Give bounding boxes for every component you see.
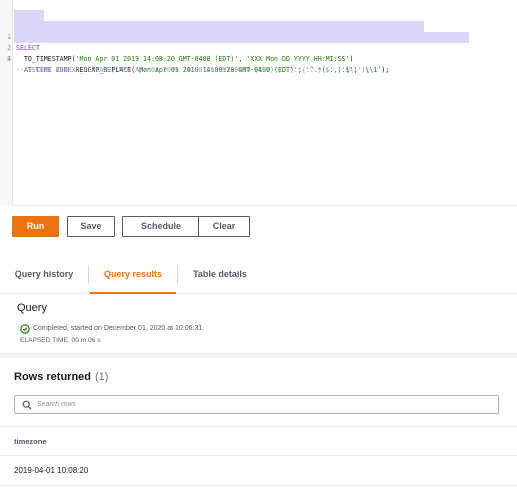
line-number: 4 (7, 55, 11, 63)
clear-button[interactable]: Clear (198, 216, 250, 237)
schedule-button[interactable]: Schedule (122, 216, 200, 237)
code-line-3: 3 AT TIME ZONE REGEXP_REPLACE('Mon Apr 0… (0, 32, 517, 74)
elapsed-time: ELAPSED TIME: 00 m 06 s (20, 337, 101, 344)
code-line-2: 2 TO_TIMESTAMP('Mon Apr 01 2019 14:08:20… (0, 21, 517, 63)
save-button[interactable]: Save (67, 216, 115, 237)
sql-function: TO_TIMESTAMP( (16, 55, 76, 63)
status-text: Completed, started on December 01, 2020 … (33, 325, 203, 332)
search-rows-box[interactable] (14, 395, 499, 414)
sql-string: 'XXX Mon DD YYYY HH:MI:SS' (246, 55, 350, 63)
results-table-header: timezone (0, 426, 517, 456)
column-header-timezone[interactable]: timezone (14, 437, 47, 446)
table-row: 2019-04-01 10:08:20 (0, 456, 517, 486)
search-icon (22, 400, 32, 410)
tab-divider (177, 266, 178, 284)
sql-string: 'Mon Apr 01 2019 14:08:20 GMT-0400 (EDT)… (75, 55, 239, 63)
rows-count: (1) (95, 371, 109, 383)
section-divider (0, 354, 517, 358)
sql-punctuation: ); (381, 66, 390, 74)
sql-editor[interactable]: 1 SELECT 2 TO_TIMESTAMP('Mon Apr 01 2019… (0, 0, 517, 206)
check-circle-icon (20, 324, 30, 334)
code-line-4: 4 -- SELECT REGEXP_REPLACE('Mon Apr 01 2… (0, 43, 517, 74)
query-summary-panel: Query Completed, started on December 01,… (0, 294, 517, 354)
selection-highlight (14, 10, 44, 21)
tab-query-results[interactable]: Query results (90, 256, 176, 294)
code-text: TO_TIMESTAMP('Mon Apr 01 2019 14:08:20 G… (16, 54, 354, 65)
rows-returned-title: Rows returned (14, 371, 92, 383)
tab-query-history[interactable]: Query history (6, 256, 82, 294)
sql-punctuation: ) (349, 55, 354, 63)
tab-table-details[interactable]: Table details (182, 256, 258, 294)
code-line-1: 1 SELECT (0, 10, 517, 52)
run-button[interactable]: Run (12, 216, 59, 237)
query-title: Query (17, 302, 47, 314)
results-tabs: Query history Query results Table detail… (0, 256, 517, 294)
tab-divider (88, 266, 89, 284)
rows-returned-heading: Rows returned (1) (14, 371, 108, 383)
search-input[interactable] (37, 398, 487, 411)
sql-comment: -- SELECT REGEXP_REPLACE('Mon Apr 01 201… (16, 66, 370, 74)
table-cell: 2019-04-01 10:08:20 (14, 466, 89, 475)
selection-highlight (14, 32, 469, 43)
selection-highlight (14, 21, 424, 32)
